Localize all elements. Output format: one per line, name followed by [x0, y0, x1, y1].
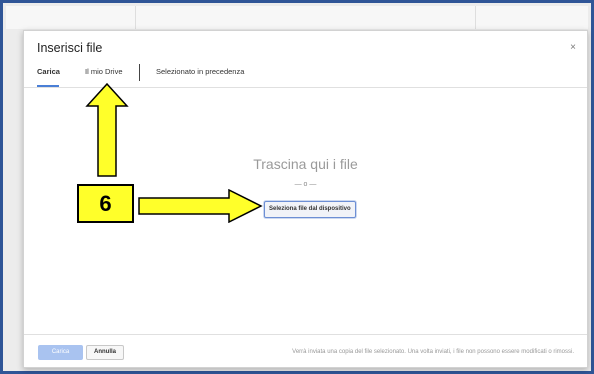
tab-carica[interactable]: Carica	[37, 67, 60, 76]
step-number-badge: 6	[77, 184, 134, 223]
background-column-divider	[135, 6, 136, 29]
up-arrow-annotation	[85, 82, 129, 177]
upload-button[interactable]: Carica	[38, 345, 83, 360]
footer-note: Verrà inviata una copia del file selezio…	[292, 349, 574, 355]
close-icon[interactable]: ×	[570, 42, 576, 53]
select-file-from-device-button[interactable]: Seleziona file dal dispositivo	[264, 201, 356, 218]
background-column-divider	[475, 6, 476, 29]
dialog-title: Inserisci file	[37, 41, 103, 55]
right-arrow-annotation	[138, 189, 263, 223]
cancel-button[interactable]: Annulla	[86, 345, 124, 360]
screenshot-frame: Inserisci file × Carica Il mio Drive Sel…	[0, 0, 594, 374]
footer-divider	[24, 334, 587, 335]
background-page-header	[6, 6, 588, 29]
tab-separator	[139, 64, 140, 81]
tab-il-mio-drive[interactable]: Il mio Drive	[85, 67, 123, 76]
tab-selezionato-in-precedenza[interactable]: Selezionato in precedenza	[156, 67, 244, 76]
